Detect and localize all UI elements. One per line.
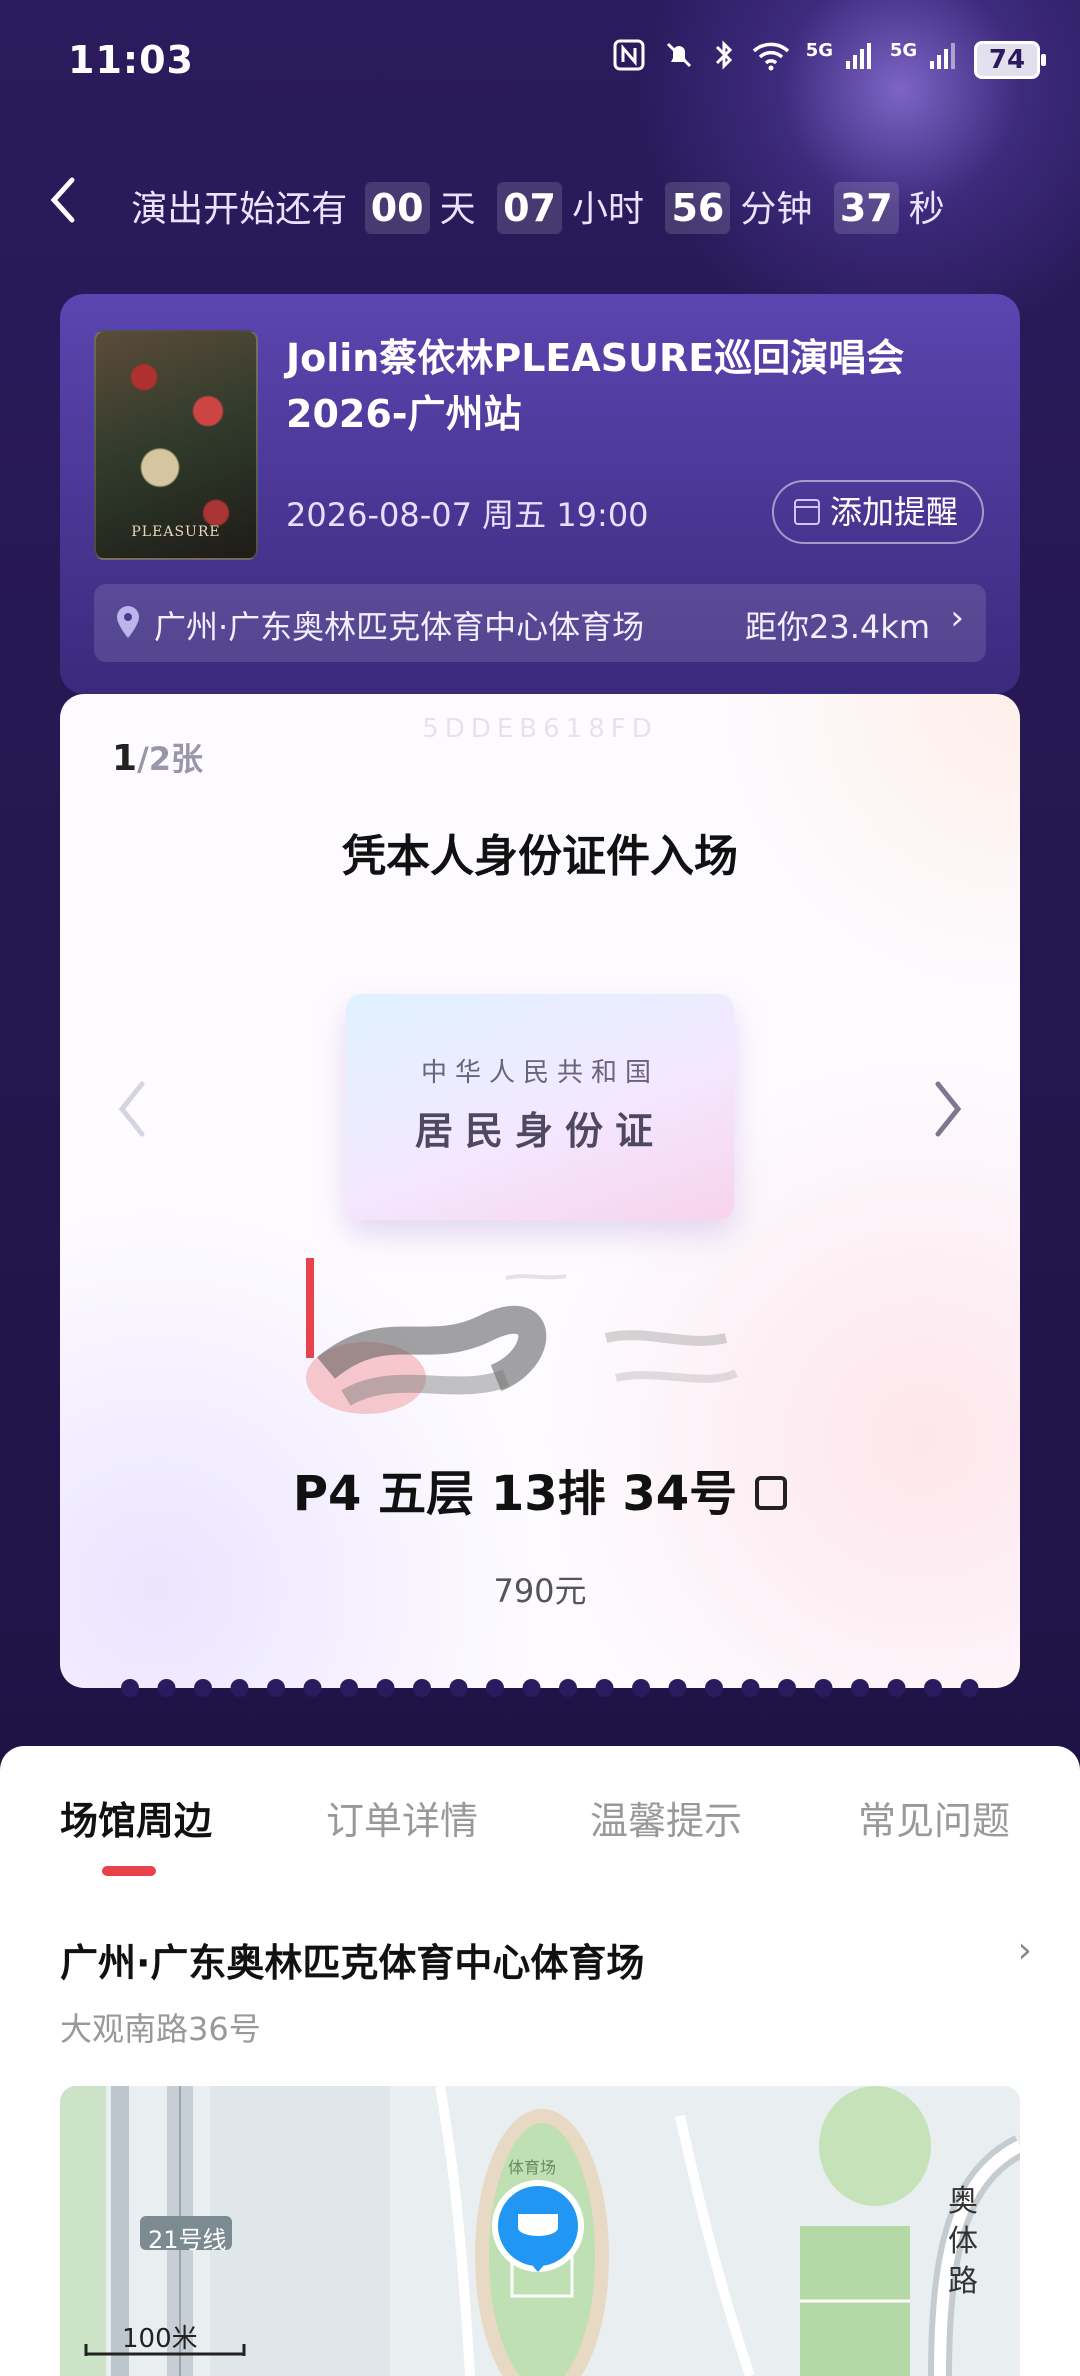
event-poster[interactable]: PLEASURE bbox=[94, 330, 258, 560]
perforation-dot bbox=[486, 1679, 504, 1697]
stadium-label: 体育场 bbox=[508, 2158, 557, 2177]
venue-address: 大观南路36号 bbox=[60, 2010, 261, 2048]
perforation-dot bbox=[741, 1679, 760, 1697]
location-pin-icon bbox=[117, 606, 139, 638]
seat-icon[interactable] bbox=[755, 1476, 788, 1510]
perforation-dot bbox=[376, 1679, 395, 1697]
perforation-dot bbox=[559, 1679, 577, 1697]
add-reminder-label: 添加提醒 bbox=[829, 493, 958, 531]
perforation-dot bbox=[887, 1679, 906, 1697]
add-reminder-button[interactable]: 添加提醒 bbox=[771, 480, 984, 544]
nfc-icon bbox=[612, 38, 646, 81]
venue-section-title[interactable]: 广州·广东奥林匹克体育中心体育场 bbox=[60, 1932, 644, 1987]
perforation-dot bbox=[267, 1679, 285, 1697]
header: 演出开始还有 00 天 07 小时 56 分钟 37 秒 bbox=[0, 170, 1080, 240]
tab-bar: 场馆周边 订单详情 温馨提示 常见问题 bbox=[0, 1790, 1080, 1850]
countdown-seconds-unit: 秒 bbox=[908, 189, 945, 230]
perforation-dot bbox=[230, 1679, 249, 1697]
perforation-dot bbox=[340, 1679, 358, 1697]
perforation-dot bbox=[157, 1679, 176, 1697]
bottom-sheet: 场馆周边 订单详情 温馨提示 常见问题 广州·广东奥林匹克体育中心体育场 › 大… bbox=[0, 1746, 1080, 2376]
perforation-dot bbox=[522, 1679, 541, 1697]
poster-text: PLEASURE bbox=[131, 524, 221, 540]
venue-distance: 距你23.4km bbox=[745, 608, 930, 646]
perforation-dot bbox=[413, 1679, 431, 1697]
perforation-dot bbox=[632, 1679, 650, 1697]
tab-tips[interactable]: 温馨提示 bbox=[590, 1790, 742, 1845]
tab-order-details[interactable]: 订单详情 bbox=[326, 1790, 478, 1845]
perforation-dot bbox=[851, 1679, 869, 1697]
tab-venue-surroundings[interactable]: 场馆周边 bbox=[60, 1790, 212, 1845]
calendar-icon bbox=[793, 499, 820, 525]
countdown-days-unit: 天 bbox=[439, 189, 476, 230]
metro-line-label: 21号线 bbox=[148, 2226, 227, 2254]
countdown-seconds: 37 bbox=[833, 182, 899, 234]
signal-icon-2: 5G bbox=[890, 40, 958, 80]
countdown-hours-unit: 小时 bbox=[571, 189, 644, 230]
ticket-price: 790元 bbox=[493, 1572, 587, 1610]
venue-map[interactable]: 21号线 100米 体育场 奥体路 bbox=[60, 2086, 1020, 2376]
signal-icon-1: 5G bbox=[806, 40, 874, 80]
countdown-prefix: 演出开始还有 bbox=[131, 189, 348, 230]
status-bar: 11:03 5G 5G 74 bbox=[0, 0, 1080, 120]
chevron-right-icon: › bbox=[950, 598, 964, 638]
status-icons: 5G 5G 74 bbox=[612, 38, 1046, 81]
map-scale-label: 100米 bbox=[122, 2324, 198, 2354]
chevron-right-icon[interactable]: › bbox=[1018, 1930, 1032, 1971]
perforation-dot bbox=[960, 1679, 979, 1697]
countdown-minutes: 56 bbox=[665, 182, 731, 234]
perforation-dot bbox=[705, 1679, 723, 1697]
prev-ticket-button[interactable] bbox=[112, 1074, 152, 1155]
countdown-minutes-unit: 分钟 bbox=[740, 189, 813, 230]
signal-label-2: 5G bbox=[889, 39, 918, 61]
perforation-dot bbox=[924, 1679, 942, 1697]
perforation-dot bbox=[303, 1679, 322, 1697]
chevron-right-icon bbox=[935, 1081, 962, 1137]
perforation-dot bbox=[595, 1679, 614, 1697]
perforation-dot bbox=[778, 1679, 796, 1697]
seat-label: P4 五层 13排 34号 bbox=[292, 1466, 738, 1522]
id-card-country: 中华人民共和国 bbox=[420, 1058, 659, 1088]
countdown-days: 00 bbox=[364, 182, 430, 234]
id-card-graphic: 中华人民共和国 居民身份证 bbox=[346, 994, 734, 1220]
perforation-dot bbox=[814, 1679, 833, 1697]
seat-info: P4 五层 13排 34号 bbox=[60, 1454, 1020, 1524]
signal-label-1: 5G bbox=[805, 39, 834, 61]
road-label: 奥体路 bbox=[948, 2184, 978, 2299]
event-card[interactable]: PLEASURE Jolin蔡依林PLEASURE巡回演唱会2026-广州站 2… bbox=[60, 294, 1020, 694]
chevron-left-icon bbox=[118, 1081, 145, 1137]
id-card-type: 居民身份证 bbox=[414, 1109, 665, 1153]
battery-icon: 74 bbox=[974, 40, 1046, 79]
next-ticket-button[interactable] bbox=[928, 1074, 968, 1155]
active-tab-indicator bbox=[102, 1866, 156, 1876]
event-title: Jolin蔡依林PLEASURE巡回演唱会2026-广州站 bbox=[286, 336, 905, 436]
ticket-title: 凭本人身份证件入场 bbox=[342, 831, 738, 882]
wifi-icon bbox=[752, 40, 790, 80]
bluetooth-icon bbox=[712, 38, 736, 81]
venue-name: 广州·广东奥林匹克体育中心体育场 bbox=[154, 608, 645, 646]
countdown: 演出开始还有 00 天 07 小时 56 分钟 37 秒 bbox=[0, 180, 1080, 234]
ticket-perforation bbox=[121, 1679, 979, 1697]
countdown-hours: 07 bbox=[497, 182, 562, 234]
event-datetime: 2026-08-07 周五 19:00 bbox=[286, 496, 649, 534]
mute-bell-icon bbox=[662, 38, 696, 81]
status-time: 11:03 bbox=[68, 38, 194, 82]
ticket-card: 5DDEB618FD 1/2张 凭本人身份证件入场 中华人民共和国 居民身份证 … bbox=[60, 694, 1020, 1688]
venue-bar[interactable]: 广州·广东奥林匹克体育中心体育场 距你23.4km › bbox=[94, 584, 986, 662]
ticket-index: 1 bbox=[112, 738, 138, 779]
perforation-dot bbox=[121, 1679, 139, 1697]
ticket-code: 5DDEB618FD bbox=[422, 714, 658, 744]
perforation-dot bbox=[668, 1679, 687, 1697]
perforation-dot bbox=[449, 1679, 468, 1697]
ticket-page-indicator: 1/2张 bbox=[112, 734, 203, 780]
redacted-name-area bbox=[306, 1258, 738, 1414]
ticket-total: /2张 bbox=[137, 740, 204, 778]
perforation-dot bbox=[194, 1679, 212, 1697]
tab-faq[interactable]: 常见问题 bbox=[858, 1790, 1010, 1845]
